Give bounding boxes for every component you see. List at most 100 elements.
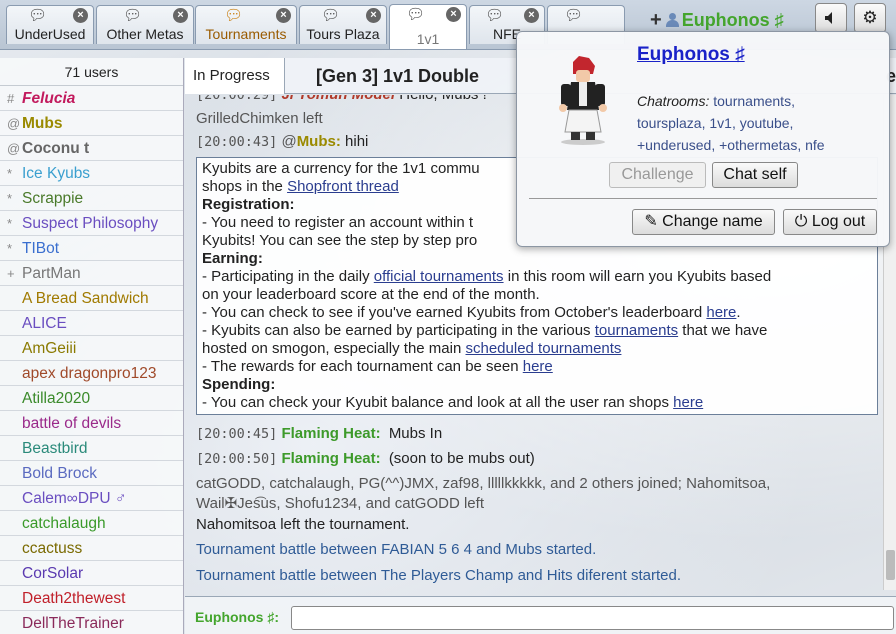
user-name[interactable]: Felucia (22, 90, 75, 107)
rewards-here-link[interactable]: here (523, 358, 553, 375)
sound-button[interactable] (815, 3, 847, 33)
user-list-item[interactable]: ALICE (0, 311, 183, 336)
user-list-item[interactable]: Death2thewest (0, 586, 183, 611)
chat-input-username: Euphonos ♯: (195, 609, 279, 625)
infobox-heading: Earning: (202, 250, 872, 268)
user-name[interactable]: Mubs (22, 115, 62, 132)
user-name[interactable]: CorSolar (22, 565, 83, 582)
tournament-battle-notice[interactable]: Tournament battle between FABIAN 5 6 4 a… (196, 541, 596, 558)
tournament-notice: Nahomitsoa left the tournament. (196, 516, 410, 533)
user-name[interactable]: Calem∞DPU ♂ (22, 490, 127, 507)
username-button[interactable]: Euphonos ♯ (682, 10, 784, 31)
user-name[interactable]: Coconu t (22, 140, 89, 157)
chatroom-link[interactable]: tournaments, (713, 93, 795, 109)
timestamp: [20:00:45] (196, 426, 278, 442)
user-list-item[interactable]: ccactuss (0, 536, 183, 561)
user-list-item[interactable]: Bold Brock (0, 461, 183, 486)
tournaments-link[interactable]: tournaments (595, 322, 678, 339)
user-name[interactable]: TIBot (22, 240, 59, 257)
user-list-item[interactable]: catchalaugh (0, 511, 183, 536)
chatroom-link[interactable]: toursplaza, (637, 115, 705, 131)
chatroom-link[interactable]: +othermetas, (719, 137, 801, 153)
user-rank: + (7, 266, 15, 281)
chatroom-link[interactable]: +underused, (637, 137, 715, 153)
user-rank: * (7, 216, 13, 231)
tournament-battle-notice[interactable]: Tournament battle between The Players Ch… (196, 567, 681, 584)
close-icon[interactable]: × (276, 8, 291, 23)
plus-icon[interactable]: + (650, 9, 662, 32)
official-tournaments-link[interactable]: official tournaments (374, 268, 504, 285)
leaderboard-here-link[interactable]: here (706, 304, 736, 321)
user-name[interactable]: Beastbird (22, 440, 87, 457)
user-name[interactable]: A Bread Sandwich (22, 290, 149, 307)
username[interactable]: Mubs: (297, 133, 341, 150)
infobox-text: . (736, 304, 741, 321)
user-list-item[interactable]: # Felucia (0, 86, 183, 111)
user-name[interactable]: DellTheTrainer (22, 615, 124, 632)
user-list-item[interactable]: DellTheTrainer (0, 611, 183, 634)
chatroom-link[interactable]: nfe (805, 137, 824, 153)
user-name[interactable]: Scrappie (22, 190, 83, 207)
user-rank: @ (7, 116, 21, 131)
user-name[interactable]: battle of devils (22, 415, 121, 432)
user-list-item[interactable]: Calem∞DPU ♂ (0, 486, 183, 511)
close-icon[interactable]: × (73, 8, 88, 23)
close-icon[interactable]: × (524, 8, 539, 23)
chatroom-link[interactable]: 1v1, (709, 115, 735, 131)
user-list-item[interactable]: apex dragonpro123 (0, 361, 183, 386)
tab-other-metas[interactable]: 💬︎ × Other Metas (96, 5, 194, 44)
log-out-button[interactable]: ⏻ Log out (783, 209, 877, 235)
chat-input[interactable] (291, 606, 894, 630)
change-name-button[interactable]: ✎ Change name (632, 209, 775, 235)
user-name[interactable]: catchalaugh (22, 515, 106, 532)
chatroom-link[interactable]: youtube, (740, 115, 794, 131)
popup-username-link[interactable]: Euphonos ♯ (637, 44, 745, 66)
user-name[interactable]: ALICE (22, 315, 67, 332)
shopfront-link[interactable]: Shopfront thread (287, 178, 399, 195)
scroll-thumb[interactable] (886, 550, 895, 580)
close-icon[interactable]: × (446, 7, 461, 22)
user-name[interactable]: AmGeiii (22, 340, 76, 357)
tab-tours-plaza[interactable]: 💬︎ × Tours Plaza (299, 5, 387, 44)
challenge-button[interactable]: Challenge (609, 162, 706, 188)
username[interactable]: Flaming Heat: (281, 425, 380, 442)
settings-button[interactable]: ⚙ (854, 3, 886, 33)
user-list: 71 users # Felucia @ Mubs @ Coconu t * Ice Kyub… (0, 58, 184, 634)
message-text: Hello, Mubs ! (399, 95, 487, 103)
shops-here-link[interactable]: here (673, 394, 703, 411)
user-list-item[interactable]: + PartMan (0, 261, 183, 286)
user-list-item[interactable]: CorSolar (0, 561, 183, 586)
user-list-item[interactable]: A Bread Sandwich (0, 286, 183, 311)
username[interactable]: Flaming Heat: (281, 450, 380, 467)
tab-in-progress[interactable]: In Progress (185, 58, 285, 94)
user-list-item[interactable]: @ Coconu t (0, 136, 183, 161)
user-name[interactable]: Death2thewest (22, 590, 125, 607)
user-list-item[interactable]: @ Mubs (0, 111, 183, 136)
user-list-item[interactable]: * Ice Kyubs (0, 161, 183, 186)
close-icon[interactable]: × (173, 8, 188, 23)
tab-tournaments[interactable]: 💬︎ × Tournaments (195, 5, 297, 44)
user-list-item[interactable]: Atilla2020 (0, 386, 183, 411)
scheduled-tournaments-link[interactable]: scheduled tournaments (466, 340, 622, 357)
user-name[interactable]: Bold Brock (22, 465, 97, 482)
tab-1v1[interactable]: 💬︎ × 1v1 (389, 4, 467, 49)
user-list-item[interactable]: Beastbird (0, 436, 183, 461)
username[interactable]: Ji Tomun Model (281, 95, 395, 103)
close-icon[interactable]: × (366, 8, 381, 23)
chatrooms-line: Chatrooms: tournaments, (637, 90, 877, 112)
user-name[interactable]: Suspect Philosophy (22, 215, 158, 232)
user-list-item[interactable]: battle of devils (0, 411, 183, 436)
chat-self-button[interactable]: Chat self (712, 162, 798, 188)
user-list-item[interactable]: * TIBot (0, 236, 183, 261)
user-name[interactable]: apex dragonpro123 (22, 365, 156, 382)
user-name[interactable]: Atilla2020 (22, 390, 90, 407)
user-list-item[interactable]: AmGeiii (0, 336, 183, 361)
user-name[interactable]: PartMan (22, 265, 81, 282)
tab-underused[interactable]: 💬︎ × UnderUsed (6, 5, 94, 44)
user-list-item[interactable]: * Scrappie (0, 186, 183, 211)
user-name[interactable]: Ice Kyubs (22, 165, 90, 182)
join-leave-notice: Wail✠Jes͡us, Shofu1234, and catGODD left (196, 495, 484, 512)
user-name[interactable]: ccactuss (22, 540, 82, 557)
user-count: 71 users (0, 58, 183, 86)
user-list-item[interactable]: * Suspect Philosophy (0, 211, 183, 236)
